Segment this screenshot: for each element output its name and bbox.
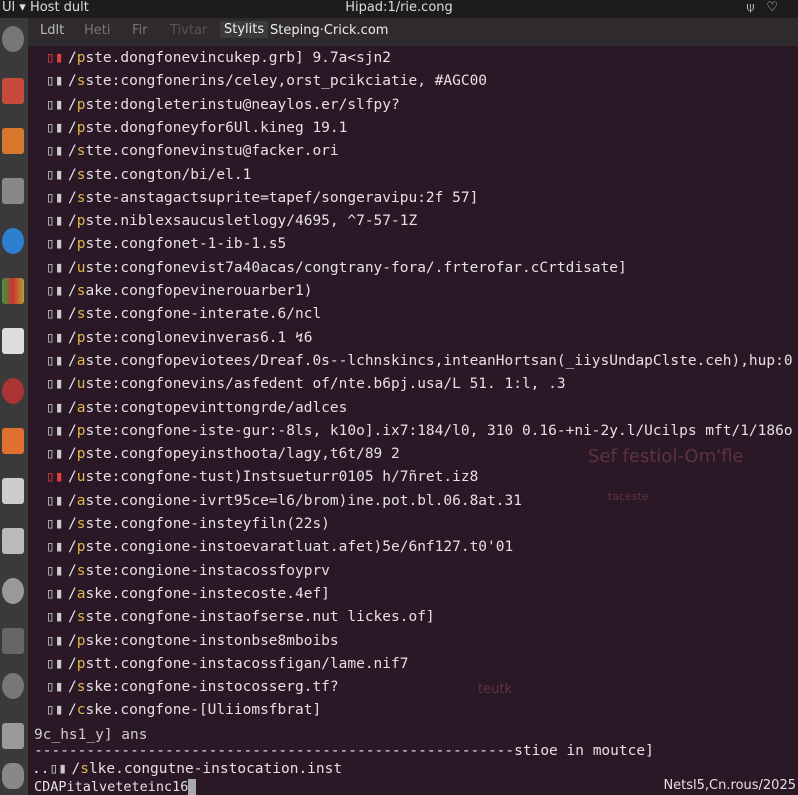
terminal[interactable]: ▯▮/pste.dongfonevincukep.grb] 9.7a<sjn2 ▯… [28,46,798,795]
list-item: ▯▮/uste:congfone-tust)Instsueturr0105 h/… [46,469,479,486]
prompt-line: 9c_hs1_y] ans [34,727,148,743]
list-item: ▯▮/sste-anstagactsuprite=tapef/songeravi… [46,189,479,206]
file-icon: ▯▮ [46,679,64,696]
list-item: ▯▮/pste.congione-instoevaratluat.afet)5e… [46,539,514,556]
divider-line: ----------------------------------------… [34,743,654,759]
file-icon: ▯▮ [46,189,64,206]
list-item: ..▯▮/slke.congutne-instocation.inst [32,761,343,777]
cursor [188,779,197,795]
list-item: ▯▮/sste.congfone-instaofserse.nut lickes… [46,609,435,626]
file-icon: ▯▮ [46,50,64,66]
list-item: ▯▮/pske:congtone-instonbse8mboibs [46,632,339,649]
list-item: ▯▮/aste.congione-ivrt95ce=l6/brom)ine.po… [46,492,522,509]
list-item: ▯▮/sste.congfone-insteyfiln(22s) [46,516,330,532]
list-item: ▯▮/sske:congfone-instocosserg.tf? [46,679,339,696]
list-item: ▯▮/aste.congfopeviotees/Dreaf.0s--lchnsk… [46,352,793,369]
list-item: ▯▮/pste:conglonevinveras6.1 ↯6 [46,329,313,346]
file-icon: ▯▮ [46,329,64,346]
app-icon-printer[interactable] [2,178,24,204]
list-item: ▯▮/uste:congfonevist7a40acas/congtrany-f… [46,259,627,276]
file-icon: ▯▮ [46,213,64,230]
database-icon[interactable] [2,763,24,789]
tab-styles[interactable]: Stylits [220,21,269,38]
list-item: ▯▮/uste:congfonevins/asfedent of/nte.b6p… [46,376,566,393]
list-item: ▯▮/pste.congfopeyinsthoota/lagy,t6t/89 2 [46,446,400,463]
dock [0,18,28,795]
file-icon: ▯▮ [46,236,64,253]
list-item: ▯▮/pste.congfonet-1-ib-1.s5 [46,236,287,253]
file-icon: ▯▮ [46,492,64,509]
file-icon: ▯▮ [46,399,64,416]
list-item: ▯▮/pste:dongleterinstu@neaylos.er/slfpy? [46,96,400,113]
list-item: ▯▮/pste.dongfonevincukep.grb] 9.7a<sjn2 [46,50,392,66]
tab-url[interactable]: Steping·Crick.com [270,23,388,38]
list-item: ▯▮/aske.congfone-instecoste.4ef] [46,585,330,602]
file-icon: ▯▮ [46,376,64,393]
ghost-text: taceste [608,490,649,503]
list-item: ▯▮/pste:congfone-iste-gur:-8ls, k10o].ix… [46,422,793,439]
file-icon: ▯▮ [46,352,64,369]
file-icon: ▯▮ [46,516,64,532]
list-item: ▯▮/pste.dongfoneyfor6Ul.kineg 19.1 [46,119,348,136]
file-icon: ▯▮ [46,422,64,439]
file-icon: ▯▮ [46,143,64,160]
file-icon: ▯▮ [46,632,64,649]
file-icon: ▯▮ [46,306,64,323]
file-icon: ▯▮ [46,562,64,579]
file-icon: ▯▮ [46,259,64,276]
file-icon: ▯▮ [46,702,64,719]
app-icon-documents[interactable] [2,128,24,154]
ghost-text: Sef festiol-Om'fle [588,446,744,467]
tab-edit[interactable]: Ldlt [40,23,64,38]
file-icon: ▯▮ [46,73,64,90]
list-item: ▯▮/sste.congton/bi/el.1 [46,166,252,183]
file-icon: ▯▮ [46,119,64,136]
app-icon-media[interactable] [2,378,24,404]
top-bar: Ul ▾ Host dult Hipad:1/rie.cong ⍦♡ [0,0,798,18]
file-icon: ▯▮ [46,446,64,463]
ghost-text: teutk [478,682,512,697]
file-icon: ▯▮ [46,585,64,602]
list-item: ▯▮/pste.niblexsaucusletlogy/4695, ^7-57-… [46,213,418,230]
list-item: ▯▮/sste:congione-instacossfoyprv [46,562,330,579]
list-item: ▯▮/sste.congfone-interate.6/ncl [46,306,322,323]
app-icon-charts[interactable] [2,278,24,304]
app-icon-settings[interactable] [2,26,24,52]
heart-icon[interactable]: ♡ [766,0,790,15]
tab-tutorial[interactable]: Tivtar [170,23,207,38]
app-icon-calendar[interactable] [2,478,24,504]
file-icon: ▯▮ [46,539,64,556]
app-icon-chat[interactable] [2,228,24,254]
app-icon-spreadsheet[interactable] [2,528,24,554]
file-icon: ▯▮ [46,609,64,626]
window-title: Hipad:1/rie.cong [345,0,453,15]
tab-file[interactable]: Fir [132,23,148,38]
file-icon: ▯▮ [46,283,64,299]
app-icon-network[interactable] [2,578,24,604]
app-icon-printer2[interactable] [2,328,24,354]
file-icon: ▯▮ [46,166,64,183]
app-icon-code[interactable] [2,628,24,654]
mail-icon[interactable] [2,723,24,749]
accessibility-icon[interactable]: ⍦ [747,0,767,15]
list-item: ▯▮/sste:congfonerins/celey,orst_pcikciat… [46,73,488,90]
list-item: ▯▮/aste:congtopevinttongrde/adlces [46,399,348,416]
list-item: ▯▮/cske.congfone-[Uliiomsfbrat] [46,702,322,719]
file-icon: ▯▮ [49,761,67,777]
app-icon-heart[interactable] [2,428,24,454]
tab-help[interactable]: Heti [84,23,110,38]
file-icon: ▯▮ [46,96,64,113]
list-item: ▯▮/sake.congfopevinerouarber1) [46,283,313,299]
tab-bar: Ldlt Heti Fir Tivtar Stylits Steping·Cri… [28,18,798,46]
list-item: ▯▮/stte.congfonevinstu@facker.ori [46,143,339,160]
file-icon: ▯▮ [46,655,64,672]
search-icon[interactable] [2,673,24,699]
list-item: ▯▮/pstt.congfone-instacossfigan/lame.nif… [46,655,409,672]
status-text: Netsl5,Cn.rous/2025 [663,778,796,793]
app-icon-files[interactable] [2,78,24,104]
file-icon: ▯▮ [46,469,64,486]
command-input[interactable]: CDAPitalveteteinc16 [34,779,197,795]
